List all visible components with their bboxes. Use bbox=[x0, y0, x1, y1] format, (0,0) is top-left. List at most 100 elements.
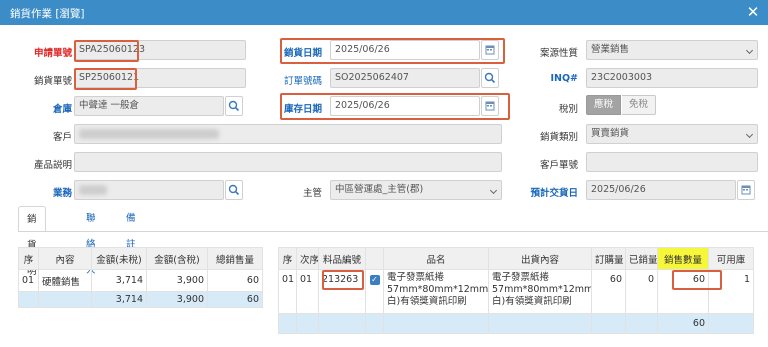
checkbox-icon[interactable]: ✓ bbox=[369, 275, 380, 285]
detail-cell-available: 1 bbox=[708, 269, 754, 314]
expected-date-field[interactable]: 2025/06/26 bbox=[586, 180, 736, 200]
sales-category-label: 銷貨類別 bbox=[539, 132, 578, 143]
detail-header-order: 次序 bbox=[296, 247, 319, 270]
detail-header-name: 品名 bbox=[383, 247, 489, 270]
stock-date-label: 庫存日期 bbox=[283, 104, 322, 115]
blurred-customer-name bbox=[79, 128, 219, 139]
customer-field[interactable] bbox=[74, 124, 502, 144]
summary-cell-seq: 01 bbox=[18, 269, 39, 292]
detail-total-qty: 60 bbox=[657, 313, 709, 334]
detail-cell-sold: 0 bbox=[625, 269, 658, 314]
sales-category-select[interactable]: 買賣銷貨 bbox=[586, 124, 758, 144]
search-icon bbox=[228, 184, 240, 196]
close-icon[interactable]: ✕ bbox=[744, 3, 762, 21]
supervisor-select[interactable]: 中區營運處_主管(郡) bbox=[330, 180, 502, 200]
tab-contacts[interactable]: 聯絡人 bbox=[78, 206, 104, 276]
detail-cell-ordered: 60 bbox=[591, 269, 626, 314]
summary-table: 序 內容 金額(未稅) 金額(含稅) 總銷售量 01 硬體銷售 3,714 3,… bbox=[18, 247, 263, 308]
source-type-select[interactable]: 營業銷售 bbox=[586, 40, 758, 60]
detail-table: 序 次序 料品編號 品名 出貨內容 訂購量 已銷量 銷售數量 可用庫 01 01… bbox=[278, 247, 754, 334]
summary-header-total-qty: 總銷售量 bbox=[207, 247, 263, 270]
stock-date-calendar-button[interactable] bbox=[481, 96, 499, 116]
summary-header-amount-pretax: 金額(未稅) bbox=[91, 247, 147, 270]
detail-content-line: 57mm*80mm*12mm(空 bbox=[492, 284, 592, 295]
detail-cell-sales-qty[interactable]: 60 bbox=[657, 269, 709, 314]
detail-cell-order: 01 bbox=[296, 269, 319, 314]
tax-option-taxable[interactable]: 應稅 bbox=[586, 95, 622, 115]
summary-total-seq bbox=[18, 291, 39, 308]
summary-total-qty: 60 bbox=[207, 291, 263, 308]
supervisor-label: 主管 bbox=[302, 188, 322, 199]
window-titlebar: 銷貨作業 [瀏覽] ✕ bbox=[0, 0, 768, 25]
tab-sales-detail[interactable]: 銷貨明細 bbox=[18, 206, 46, 303]
detail-header-seq: 序 bbox=[278, 247, 297, 270]
detail-cell-seq: 01 bbox=[278, 269, 297, 314]
order-no-search-button[interactable] bbox=[481, 68, 499, 88]
salesperson-search-button[interactable] bbox=[225, 180, 243, 200]
detail-name-line: 57mm*80mm*12mm(空 bbox=[387, 284, 489, 295]
summary-cell-total-qty: 60 bbox=[207, 269, 263, 292]
customer-no-field[interactable] bbox=[586, 152, 758, 172]
order-no-field[interactable]: SO2025062407 bbox=[330, 68, 480, 88]
summary-cell-amount-pretax: 3,714 bbox=[91, 269, 147, 292]
sales-no-label: 銷貨單號 bbox=[33, 76, 72, 87]
detail-cell-content: 電子發票紙捲 57mm*80mm*12mm(空 白)有領獎資訊印刷 bbox=[488, 269, 592, 314]
tax-option-exempt[interactable]: 免稅 bbox=[622, 95, 657, 115]
detail-header-available: 可用庫 bbox=[708, 247, 754, 270]
table-row[interactable]: 01 硬體銷售 3,714 3,900 60 bbox=[18, 269, 263, 292]
stock-date-field[interactable]: 2025/06/26 bbox=[330, 96, 480, 116]
tab-underline bbox=[18, 231, 768, 232]
request-no-field[interactable]: SPA25060123 bbox=[74, 40, 246, 60]
detail-header-row: 序 次序 料品編號 品名 出貨內容 訂購量 已銷量 銷售數量 可用庫 bbox=[278, 247, 754, 270]
summary-header-row: 序 內容 金額(未稅) 金額(含稅) 總銷售量 bbox=[18, 247, 263, 270]
detail-cell-item-no: 213263 bbox=[318, 269, 366, 314]
summary-total-amount-pretax: 3,714 bbox=[91, 291, 147, 308]
product-desc-field[interactable] bbox=[74, 152, 502, 172]
tax-label: 稅別 bbox=[558, 104, 578, 115]
summary-total-row: 3,714 3,900 60 bbox=[18, 291, 263, 308]
source-type-label: 案源性質 bbox=[539, 48, 578, 59]
detail-header-sold: 已銷量 bbox=[625, 247, 658, 270]
salesperson-field[interactable] bbox=[74, 180, 224, 200]
search-icon bbox=[484, 72, 496, 84]
expected-date-calendar-button[interactable] bbox=[737, 180, 755, 200]
request-no-label: 申請單號 bbox=[33, 48, 72, 59]
table-row[interactable]: 01 01 213263 ✓ 電子發票紙捲 57mm*80mm*12mm(空 白… bbox=[278, 269, 754, 314]
detail-name-line: 電子發票紙捲 bbox=[387, 272, 445, 283]
detail-cell-name: 電子發票紙捲 57mm*80mm*12mm(空 白)有領獎資訊印刷 bbox=[383, 269, 489, 314]
sales-date-calendar-button[interactable] bbox=[481, 40, 499, 60]
summary-header-seq: 序 bbox=[18, 247, 39, 270]
inq-label: INQ# bbox=[550, 73, 578, 84]
window-title: 銷貨作業 [瀏覽] bbox=[10, 8, 85, 20]
search-icon bbox=[228, 100, 240, 112]
detail-total-row: 60 bbox=[278, 313, 754, 334]
customer-no-label: 客戶單號 bbox=[539, 160, 578, 171]
summary-total-amount-taxed: 3,900 bbox=[146, 291, 208, 308]
warehouse-field[interactable]: 中聲達 一般倉 bbox=[74, 96, 224, 116]
detail-header-check bbox=[365, 247, 384, 270]
sales-date-field[interactable]: 2025/06/26 bbox=[330, 40, 480, 60]
warehouse-search-button[interactable] bbox=[225, 96, 243, 116]
sales-no-field[interactable]: SP25060121 bbox=[74, 68, 246, 88]
summary-header-content: 內容 bbox=[38, 247, 92, 270]
customer-label: 客戶 bbox=[52, 132, 72, 143]
detail-content-line: 電子發票紙捲 bbox=[492, 272, 550, 283]
tab-notes[interactable]: 備註 bbox=[118, 206, 144, 250]
detail-header-ordered: 訂購量 bbox=[591, 247, 626, 270]
blurred-salesperson-name bbox=[79, 184, 107, 195]
detail-header-sales-qty: 銷售數量 bbox=[657, 247, 709, 270]
summary-total-content bbox=[38, 291, 92, 308]
inq-field[interactable]: 23C2003003 bbox=[586, 68, 758, 88]
summary-header-amount-taxed: 金額(含稅) bbox=[146, 247, 208, 270]
detail-cell-check[interactable]: ✓ bbox=[365, 269, 384, 314]
summary-cell-amount-taxed: 3,900 bbox=[146, 269, 208, 292]
salesperson-label: 業務 bbox=[52, 188, 72, 199]
detail-header-content: 出貨內容 bbox=[488, 247, 592, 270]
expected-date-label: 預計交貨日 bbox=[530, 188, 578, 199]
product-desc-label: 產品説明 bbox=[33, 160, 72, 171]
detail-name-line: 白)有領獎資訊印刷 bbox=[387, 296, 467, 307]
summary-cell-content: 硬體銷售 bbox=[38, 269, 92, 292]
calendar-icon bbox=[741, 185, 751, 195]
sales-date-label: 銷貨日期 bbox=[283, 48, 322, 59]
detail-content-line: 白)有領獎資訊印刷 bbox=[492, 296, 572, 307]
